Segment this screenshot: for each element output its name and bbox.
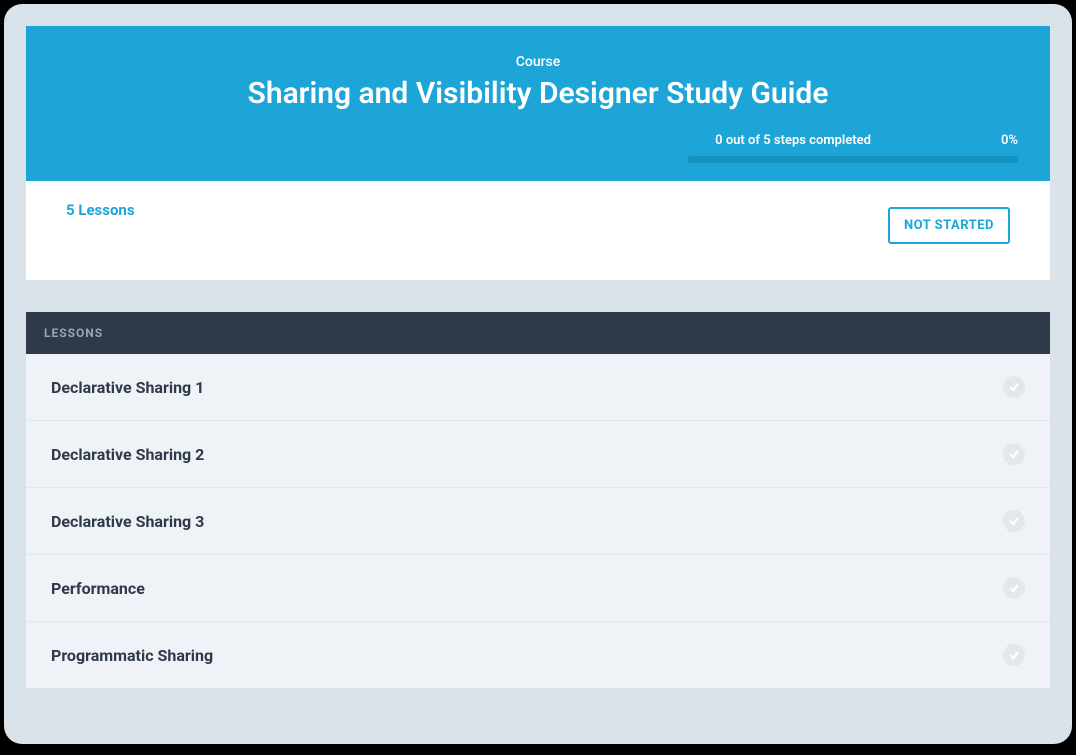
- lesson-row[interactable]: Performance: [26, 555, 1050, 622]
- page-wrapper: Course Sharing and Visibility Designer S…: [4, 4, 1072, 744]
- lesson-title: Declarative Sharing 1: [51, 378, 204, 397]
- course-header: Course Sharing and Visibility Designer S…: [26, 26, 1050, 181]
- progress-bar-container: [56, 148, 1020, 163]
- check-circle-icon: [1003, 644, 1025, 666]
- lessons-count: 5 Lessons: [66, 201, 135, 219]
- course-card: Course Sharing and Visibility Designer S…: [26, 26, 1050, 688]
- progress-row: 0 out of 5 steps completed 0%: [56, 133, 1020, 148]
- lesson-title: Declarative Sharing 3: [51, 512, 204, 531]
- progress-bar: [688, 156, 1018, 163]
- course-title: Sharing and Visibility Designer Study Gu…: [56, 76, 1020, 111]
- check-circle-icon: [1003, 577, 1025, 599]
- progress-text: 0 out of 5 steps completed: [715, 133, 871, 148]
- lessons-header: LESSONS: [26, 312, 1050, 354]
- progress-percent: 0%: [1001, 133, 1018, 148]
- check-circle-icon: [1003, 443, 1025, 465]
- lessons-section: LESSONS Declarative Sharing 1 Declarativ…: [26, 312, 1050, 688]
- lesson-row[interactable]: Programmatic Sharing: [26, 622, 1050, 688]
- lesson-title: Declarative Sharing 2: [51, 445, 204, 464]
- check-circle-icon: [1003, 510, 1025, 532]
- status-badge: NOT STARTED: [888, 207, 1010, 244]
- lesson-row[interactable]: Declarative Sharing 3: [26, 488, 1050, 555]
- course-label: Course: [56, 54, 1020, 70]
- lesson-title: Programmatic Sharing: [51, 646, 213, 665]
- lesson-title: Performance: [51, 579, 145, 598]
- summary-row: 5 Lessons NOT STARTED: [26, 181, 1050, 280]
- check-circle-icon: [1003, 376, 1025, 398]
- lesson-row[interactable]: Declarative Sharing 1: [26, 354, 1050, 421]
- lesson-row[interactable]: Declarative Sharing 2: [26, 421, 1050, 488]
